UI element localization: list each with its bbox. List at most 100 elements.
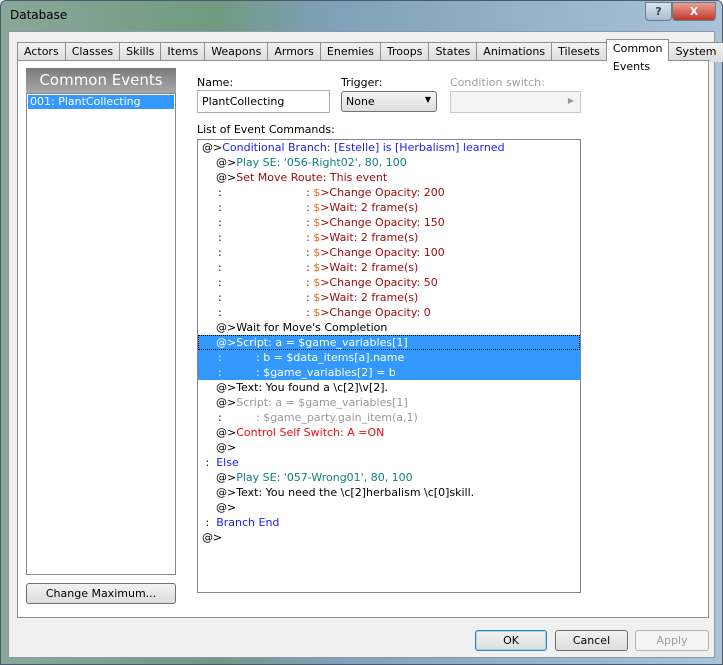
command-prefix: @> [202, 531, 223, 544]
command-line[interactable]: @>Control Self Switch: A =ON [198, 425, 580, 440]
close-button[interactable]: X [672, 2, 716, 21]
command-line[interactable]: @>Text: You need the \c[2]herbalism \c[0… [198, 485, 580, 500]
command-line[interactable]: : : $>Wait: 2 frame(s) [198, 260, 580, 275]
command-line[interactable]: : : $>Change Opacity: 0 [198, 305, 580, 320]
tab-troops[interactable]: Troops [379, 42, 430, 62]
command-line[interactable]: @>Set Move Route: This event [198, 170, 580, 185]
route-colon: : $>Change Opacity: 150 [306, 216, 445, 229]
command-prefix: @> [216, 321, 237, 334]
command-line[interactable]: :: $>Change Opacity: 150 [198, 215, 580, 230]
command-line[interactable]: :: $>Wait: 2 frame(s) [198, 200, 580, 215]
command-prefix: @> [216, 156, 237, 169]
window-title: Database [10, 8, 68, 22]
command-line[interactable]: :: $>Wait: 2 frame(s) [198, 290, 580, 305]
command-prefix: @> [216, 381, 237, 394]
script-colon: : b = $data_items[a].name [256, 351, 405, 364]
command-text: Text: You need the \c[2]herbalism \c[0]s… [236, 486, 475, 499]
tab-classes[interactable]: Classes [64, 42, 121, 62]
command-line[interactable]: :: $>Change Opacity: 100 [198, 245, 580, 260]
help-button[interactable]: ? [645, 2, 672, 21]
event-command-list[interactable]: @>Conditional Branch: [Estelle] is [Herb… [197, 139, 581, 593]
tab-actors[interactable]: Actors [17, 42, 66, 62]
command-text: Branch End [216, 516, 280, 529]
tab-items[interactable]: Items [160, 42, 206, 62]
route-colon: : $>Wait: 2 frame(s) [306, 231, 419, 244]
command-prefix: @> [216, 336, 237, 349]
command-text: Set Move Route: This event [236, 171, 388, 184]
condition-switch-select: ▶ [450, 91, 581, 113]
command-line[interactable]: : Else [198, 455, 580, 470]
command-line[interactable]: @>Conditional Branch: [Estelle] is [Herb… [198, 140, 580, 155]
route-command-text: Change Opacity: 200 [329, 186, 445, 199]
script-colon: : $game_party.gain_item(a,1) [256, 411, 418, 424]
tab-weapons[interactable]: Weapons [204, 42, 269, 62]
list-item[interactable]: 001: PlantCollecting [28, 95, 174, 109]
continuation-colon: : [218, 201, 222, 214]
route-colon: : $>Change Opacity: 50 [306, 276, 438, 289]
command-line[interactable]: @>Text: You found a \c[2]\v[2]. [198, 380, 580, 395]
tab-enemies[interactable]: Enemies [319, 42, 381, 62]
name-input[interactable]: PlantCollecting [197, 90, 330, 113]
chevron-right-icon: ▶ [567, 96, 574, 105]
tab-states[interactable]: States [428, 42, 478, 62]
command-line[interactable]: : : $>Change Opacity: 50 [198, 275, 580, 290]
apply-button: Apply [635, 630, 709, 651]
route-command-text: Wait: 2 frame(s) [329, 291, 419, 304]
condition-switch-label: Condition switch: [450, 76, 545, 89]
tab-skills[interactable]: Skills [119, 42, 162, 62]
tab-animations[interactable]: Animations [476, 42, 553, 62]
continuation-colon: : [218, 276, 222, 289]
command-prefix: @> [216, 171, 237, 184]
route-colon: : $>Change Opacity: 200 [306, 186, 445, 199]
route-command-text: Wait: 2 frame(s) [329, 261, 419, 274]
command-text: Script: a = $game_variables[1] [236, 336, 408, 349]
command-text: Script: a = $game_variables[1] [236, 396, 408, 409]
command-line[interactable]: :: $game_variables[2] = b [198, 365, 580, 380]
command-line[interactable]: : : b = $data_items[a].name [198, 350, 580, 365]
continuation-colon: : [218, 351, 222, 364]
command-prefix: @> [216, 426, 237, 439]
command-prefix: @> [216, 471, 237, 484]
list-header: Common Events [26, 68, 176, 93]
route-command-text: Change Opacity: 50 [329, 276, 438, 289]
continuation-colon: : [218, 261, 222, 274]
tab-system[interactable]: System [668, 42, 723, 62]
continuation-colon: : [218, 231, 222, 244]
continuation-colon: : [218, 306, 222, 319]
script-text: b = $data_items[a].name [263, 351, 405, 364]
command-line[interactable]: @> [198, 440, 580, 455]
command-line[interactable]: : : $>Wait: 2 frame(s) [198, 230, 580, 245]
command-text: Control Self Switch: A =ON [236, 426, 385, 439]
trigger-select[interactable]: None ▼ [341, 91, 437, 112]
command-text: Play SE: '056-Right02', 80, 100 [236, 156, 407, 169]
common-events-panel: Common Events 001: PlantCollecting Chang… [17, 60, 709, 618]
cancel-button[interactable]: Cancel [555, 630, 628, 651]
route-colon: : $>Wait: 2 frame(s) [306, 261, 419, 274]
command-line[interactable]: @> [198, 500, 580, 515]
route-colon: : $>Change Opacity: 0 [306, 306, 431, 319]
command-line[interactable]: @>Wait for Move's Completion [198, 320, 580, 335]
command-line[interactable]: @>Play SE: '057-Wrong01', 80, 100 [198, 470, 580, 485]
command-line[interactable]: @>Play SE: '056-Right02', 80, 100 [198, 155, 580, 170]
route-command-text: Wait: 2 frame(s) [329, 231, 419, 244]
change-maximum-button[interactable]: Change Maximum... [26, 583, 176, 604]
command-text: Conditional Branch: [Estelle] is [Herbal… [222, 141, 505, 154]
client-area: Actors Classes Skills Items Weapons Armors Ene… [8, 31, 723, 658]
command-line[interactable]: :: $game_party.gain_item(a,1) [198, 410, 580, 425]
command-line[interactable]: : Branch End [198, 515, 580, 530]
tab-tilesets[interactable]: Tilesets [551, 42, 607, 62]
command-line[interactable]: @>Script: a = $game_variables[1] [198, 395, 580, 410]
command-line[interactable]: :: $>Change Opacity: 200 [198, 185, 580, 200]
command-line[interactable]: @> [198, 530, 580, 545]
tab-common-events[interactable]: Common Events [605, 39, 670, 73]
common-event-list[interactable]: 001: PlantCollecting [26, 93, 176, 575]
tab-armors[interactable]: Armors [267, 42, 321, 62]
command-prefix: @> [202, 141, 223, 154]
command-prefix: : [202, 456, 217, 469]
command-line[interactable]: @>Script: a = $game_variables[1] [198, 335, 580, 350]
ok-button[interactable]: OK [475, 630, 547, 651]
script-colon: : $game_variables[2] = b [256, 366, 396, 379]
route-command-text: Wait: 2 frame(s) [329, 201, 419, 214]
command-prefix: @> [216, 501, 237, 514]
database-window: Database ? X Actors Classes Skills Items Wea… [0, 0, 723, 665]
